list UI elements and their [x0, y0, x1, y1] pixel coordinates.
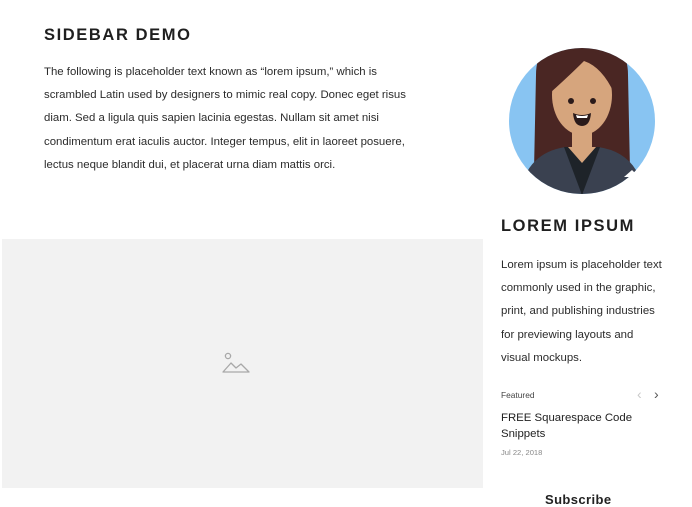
featured-label: Featured [501, 390, 535, 400]
intro-line: lectus neque blandit dui, et placerat ur… [44, 158, 336, 171]
sidebar-title: LOREM IPSUM [501, 217, 636, 235]
sidebar-text-line: Lorem ipsum is placeholder text [501, 259, 662, 271]
sidebar-text-line: commonly used in the graphic, [501, 282, 656, 295]
intro-line: The following is placeholder text known … [44, 66, 377, 78]
intro-line: scrambled Latin used by designers to mim… [44, 89, 406, 102]
image-placeholder-icon [222, 352, 250, 373]
avatar [509, 48, 655, 194]
page-title: SIDEBAR DEMO [44, 26, 192, 44]
chevron-left-icon[interactable]: ‹ [637, 386, 642, 402]
intro-line: condimentum erat iaculis auctor. Integer… [44, 135, 405, 148]
sidebar-text-line: visual mockups. [501, 351, 583, 364]
sidebar-text-line: for previewing layouts and [501, 328, 634, 341]
featured-date: Jul 22, 2018 [501, 448, 543, 457]
featured-post-link[interactable]: FREE Squarespace Code Snippets [501, 410, 661, 442]
intro-paragraph: The following is placeholder text known … [44, 61, 444, 177]
intro-line: diam. Sed a ligula quis sapien lacinia e… [44, 112, 379, 125]
sidebar-text-line: print, and publishing industries [501, 305, 655, 318]
featured-title-line: Snippets [501, 428, 546, 440]
featured-title-line: FREE Squarespace Code [501, 412, 633, 424]
chevron-right-icon[interactable]: › [654, 386, 659, 402]
sidebar-text: Lorem ipsum is placeholder text commonly… [501, 254, 671, 370]
